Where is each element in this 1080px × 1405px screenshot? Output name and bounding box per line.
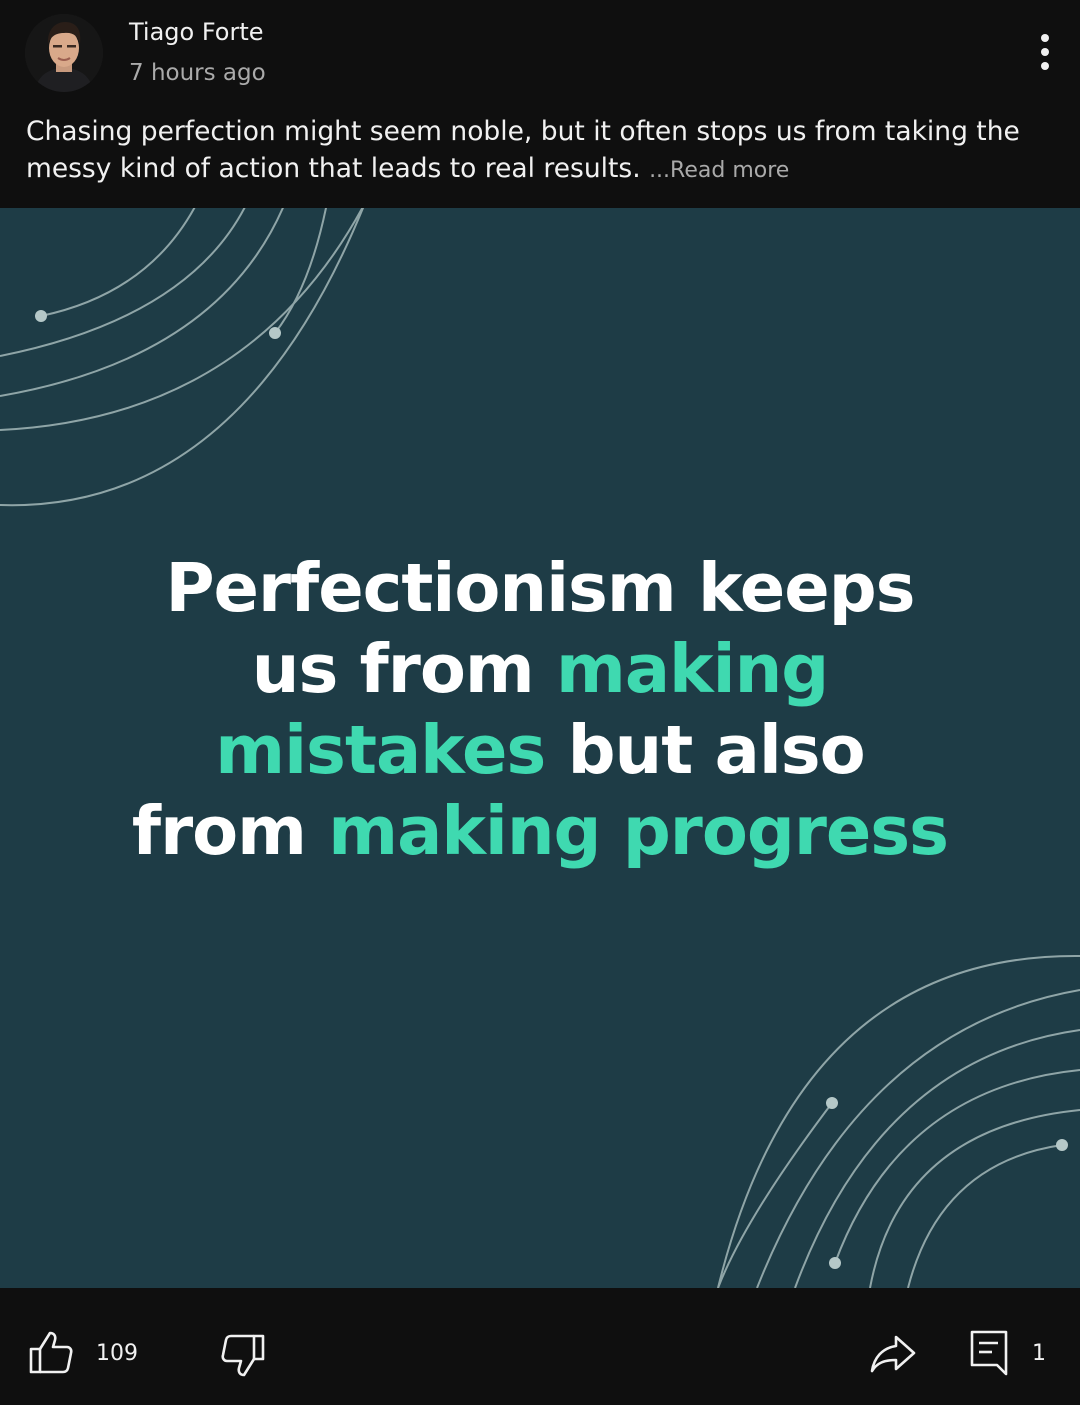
- quote-text-segment: us from: [251, 630, 557, 708]
- action-bar: 109 1: [0, 1288, 1080, 1405]
- quote-line: mistakes but also: [0, 710, 1080, 791]
- comment-icon: [970, 1330, 1008, 1376]
- avatar[interactable]: [25, 14, 103, 92]
- like-count: 109: [96, 1341, 138, 1366]
- comment-count: 1: [1032, 1341, 1046, 1366]
- dislike-button[interactable]: [220, 1334, 266, 1382]
- caption-text: Chasing perfection might seem noble, but…: [26, 116, 1020, 184]
- quote-text: Perfectionism keeps us from making mistake…: [0, 548, 1080, 872]
- share-icon: [870, 1335, 916, 1373]
- quote-line: us from making: [0, 629, 1080, 710]
- quote-line: Perfectionism keeps: [0, 548, 1080, 629]
- author-name[interactable]: Tiago Forte: [129, 18, 264, 46]
- post-caption: Chasing perfection might seem noble, but…: [26, 113, 1046, 189]
- post-image[interactable]: Perfectionism keeps us from making mistake…: [0, 208, 1080, 1288]
- quote-text-segment: from: [131, 792, 329, 870]
- quote-accent-text: making progress: [328, 792, 949, 870]
- comment-button[interactable]: [970, 1330, 1008, 1380]
- quote-text-segment: Perfectionism keeps: [165, 549, 915, 627]
- read-more-link[interactable]: ...Read more: [649, 158, 789, 183]
- post-time: 7 hours ago: [129, 60, 266, 86]
- quote-accent-text: making: [556, 630, 829, 708]
- quote-accent-text: mistakes: [215, 711, 546, 789]
- like-button[interactable]: [28, 1330, 74, 1378]
- share-button[interactable]: [870, 1334, 916, 1378]
- more-menu-button[interactable]: [1025, 30, 1065, 76]
- quote-line: from making progress: [0, 791, 1080, 872]
- more-vertical-icon: [1041, 34, 1049, 70]
- post-header: Tiago Forte 7 hours ago Chasing perfecti…: [0, 0, 1080, 208]
- avatar-image: [25, 14, 103, 92]
- quote-text-segment: but also: [545, 711, 866, 789]
- thumbs-down-icon: [221, 1334, 265, 1377]
- thumbs-up-icon: [29, 1331, 73, 1374]
